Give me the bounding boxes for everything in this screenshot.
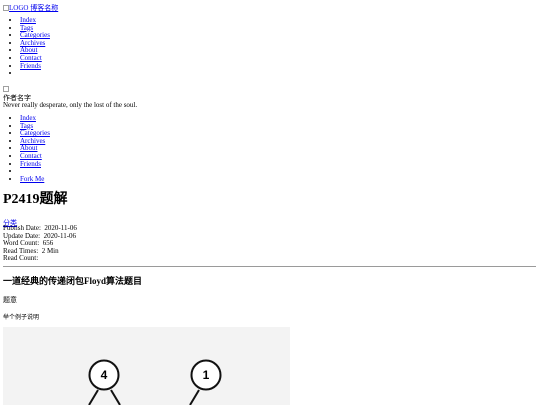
post-meta: Publish Date: 2020-11-06 Update Date: 20… [3,224,77,263]
avatar-image-icon [3,86,9,93]
header-nav-link-friends[interactable]: Friends [20,62,41,70]
sidebar-nav-link-friends[interactable]: Friends [20,160,41,168]
node-4-label: 4 [101,368,108,382]
post-paragraph-2: 举个例子说明 [3,315,40,321]
author-motto: Never really desperate, only the lost of… [3,101,138,109]
post-heading: 一道经典的传递闭包Floyd算法题目 [3,276,143,286]
divider [3,266,536,267]
read-times-value: 2 Min [41,246,59,255]
logo-link[interactable]: LOGO 博客名称 [3,4,58,12]
logo-text: 博客名称 [30,4,59,12]
read-count-row: Read Count: [3,255,77,263]
post-paragraph-1: 题意 [3,296,17,304]
header-nav-item-friends: Friends [20,62,50,71]
graph-svg: 4 1 [88,359,222,405]
node-1-label: 1 [203,368,210,382]
logo-alt: LOGO [9,4,29,12]
sidebar-nav-item-fork: Fork Me [20,175,50,184]
author-avatar [3,85,9,93]
fork-me-link[interactable]: Fork Me [20,175,44,183]
header-nav: Index Tags Categories Archives About Con… [3,16,50,78]
edge-4-left [88,389,99,405]
sidebar-nav-item-friends: Friends [20,160,50,169]
header-nav-item-search [20,70,50,78]
site-header: LOGO 博客名称 [3,3,58,13]
edge-1-left [189,389,200,405]
post-title: P2419题解 [3,192,68,207]
graph-figure: 4 1 [3,327,290,405]
edge-4-right [110,389,121,405]
read-count-label: Read Count: [3,254,39,263]
sidebar-nav: Index Tags Categories Archives About Con… [3,114,50,184]
